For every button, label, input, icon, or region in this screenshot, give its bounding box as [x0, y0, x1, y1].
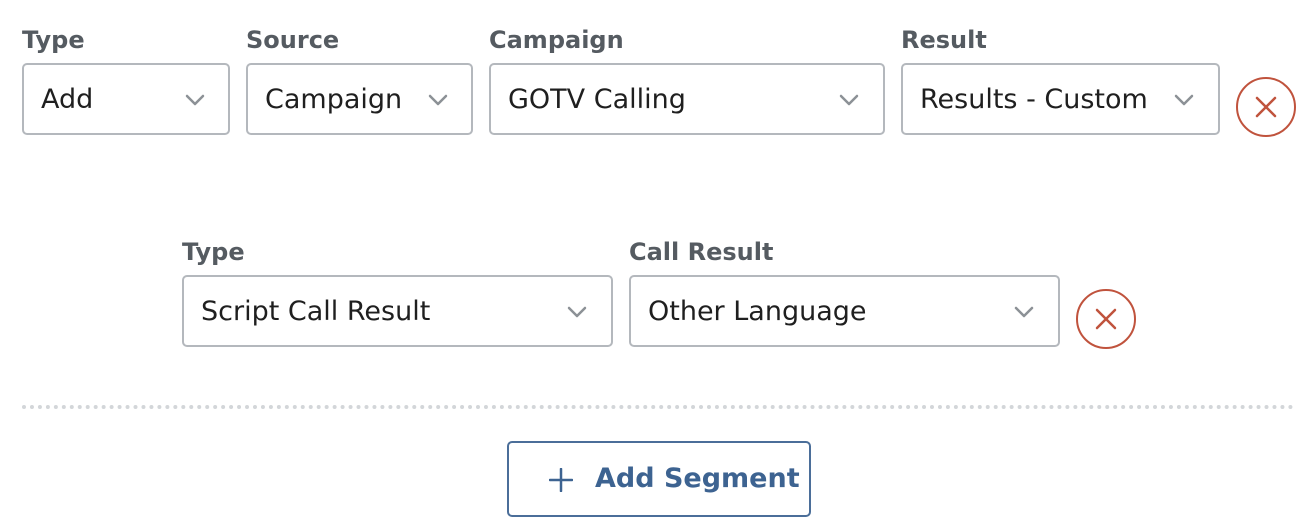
- result-field: Result Results - Custom: [901, 26, 1220, 135]
- result-select[interactable]: Results - Custom: [901, 63, 1220, 135]
- call-result-label: Call Result: [629, 238, 774, 266]
- call-result-field: Call Result Other Language: [629, 238, 1060, 347]
- remove-rule-button[interactable]: [1236, 77, 1296, 137]
- chevron-down-icon: [567, 306, 587, 318]
- close-icon: [1095, 308, 1117, 330]
- segment-divider: [22, 405, 1294, 409]
- add-segment-button[interactable]: Add Segment: [507, 441, 811, 517]
- campaign-select-value: GOTV Calling: [508, 84, 686, 115]
- sub-type-field: Type Script Call Result: [182, 238, 613, 347]
- type-select-value: Add: [41, 84, 94, 115]
- source-select-value: Campaign: [265, 84, 403, 115]
- source-select[interactable]: Campaign: [246, 63, 473, 135]
- chevron-down-icon: [185, 94, 205, 106]
- add-segment-label: Add Segment: [595, 463, 800, 494]
- type-label: Type: [22, 26, 85, 54]
- chevron-down-icon: [1174, 94, 1194, 106]
- chevron-down-icon: [839, 94, 859, 106]
- result-select-value: Results - Custom: [920, 84, 1148, 115]
- campaign-label: Campaign: [489, 26, 624, 54]
- call-result-select[interactable]: Other Language: [629, 275, 1060, 347]
- remove-sub-rule-button[interactable]: [1076, 289, 1136, 349]
- campaign-select[interactable]: GOTV Calling: [489, 63, 885, 135]
- chevron-down-icon: [1014, 306, 1034, 318]
- source-label: Source: [246, 26, 340, 54]
- campaign-field: Campaign GOTV Calling: [489, 26, 885, 135]
- type-select[interactable]: Add: [22, 63, 230, 135]
- result-label: Result: [901, 26, 987, 54]
- close-icon: [1255, 96, 1277, 118]
- plus-icon: [549, 468, 573, 492]
- chevron-down-icon: [428, 94, 448, 106]
- sub-type-select-value: Script Call Result: [201, 296, 431, 327]
- source-field: Source Campaign: [246, 26, 473, 135]
- call-result-select-value: Other Language: [648, 296, 867, 327]
- sub-type-label: Type: [182, 238, 245, 266]
- sub-type-select[interactable]: Script Call Result: [182, 275, 613, 347]
- type-field: Type Add: [22, 26, 230, 135]
